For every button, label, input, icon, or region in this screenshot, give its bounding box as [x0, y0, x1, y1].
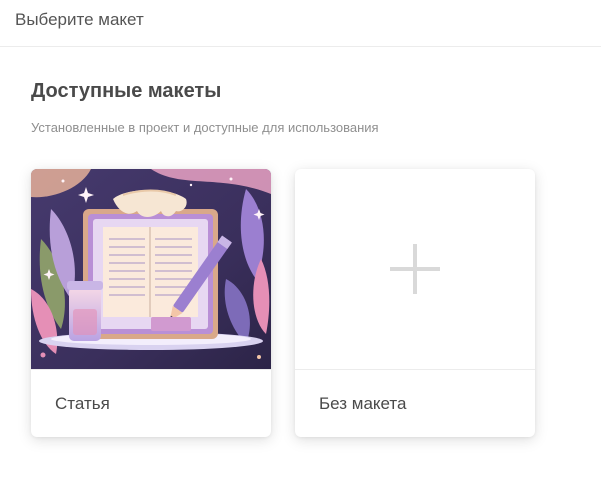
layout-card-blank[interactable]: Без макета — [295, 169, 535, 437]
dialog-header: Выберите макет — [0, 0, 601, 47]
section-title: Доступные макеты — [31, 80, 222, 102]
card-divider — [295, 369, 535, 370]
card-label: Статья — [55, 394, 110, 413]
notebook-illustration — [31, 169, 271, 369]
section-subtitle: Установленные в проект и доступные для и… — [31, 120, 379, 135]
plus-icon — [390, 244, 440, 294]
card-label: Без макета — [319, 394, 407, 413]
card-divider — [31, 369, 271, 370]
layout-card-article[interactable]: Статья — [31, 169, 271, 437]
dialog-title: Выберите макет — [15, 10, 144, 29]
